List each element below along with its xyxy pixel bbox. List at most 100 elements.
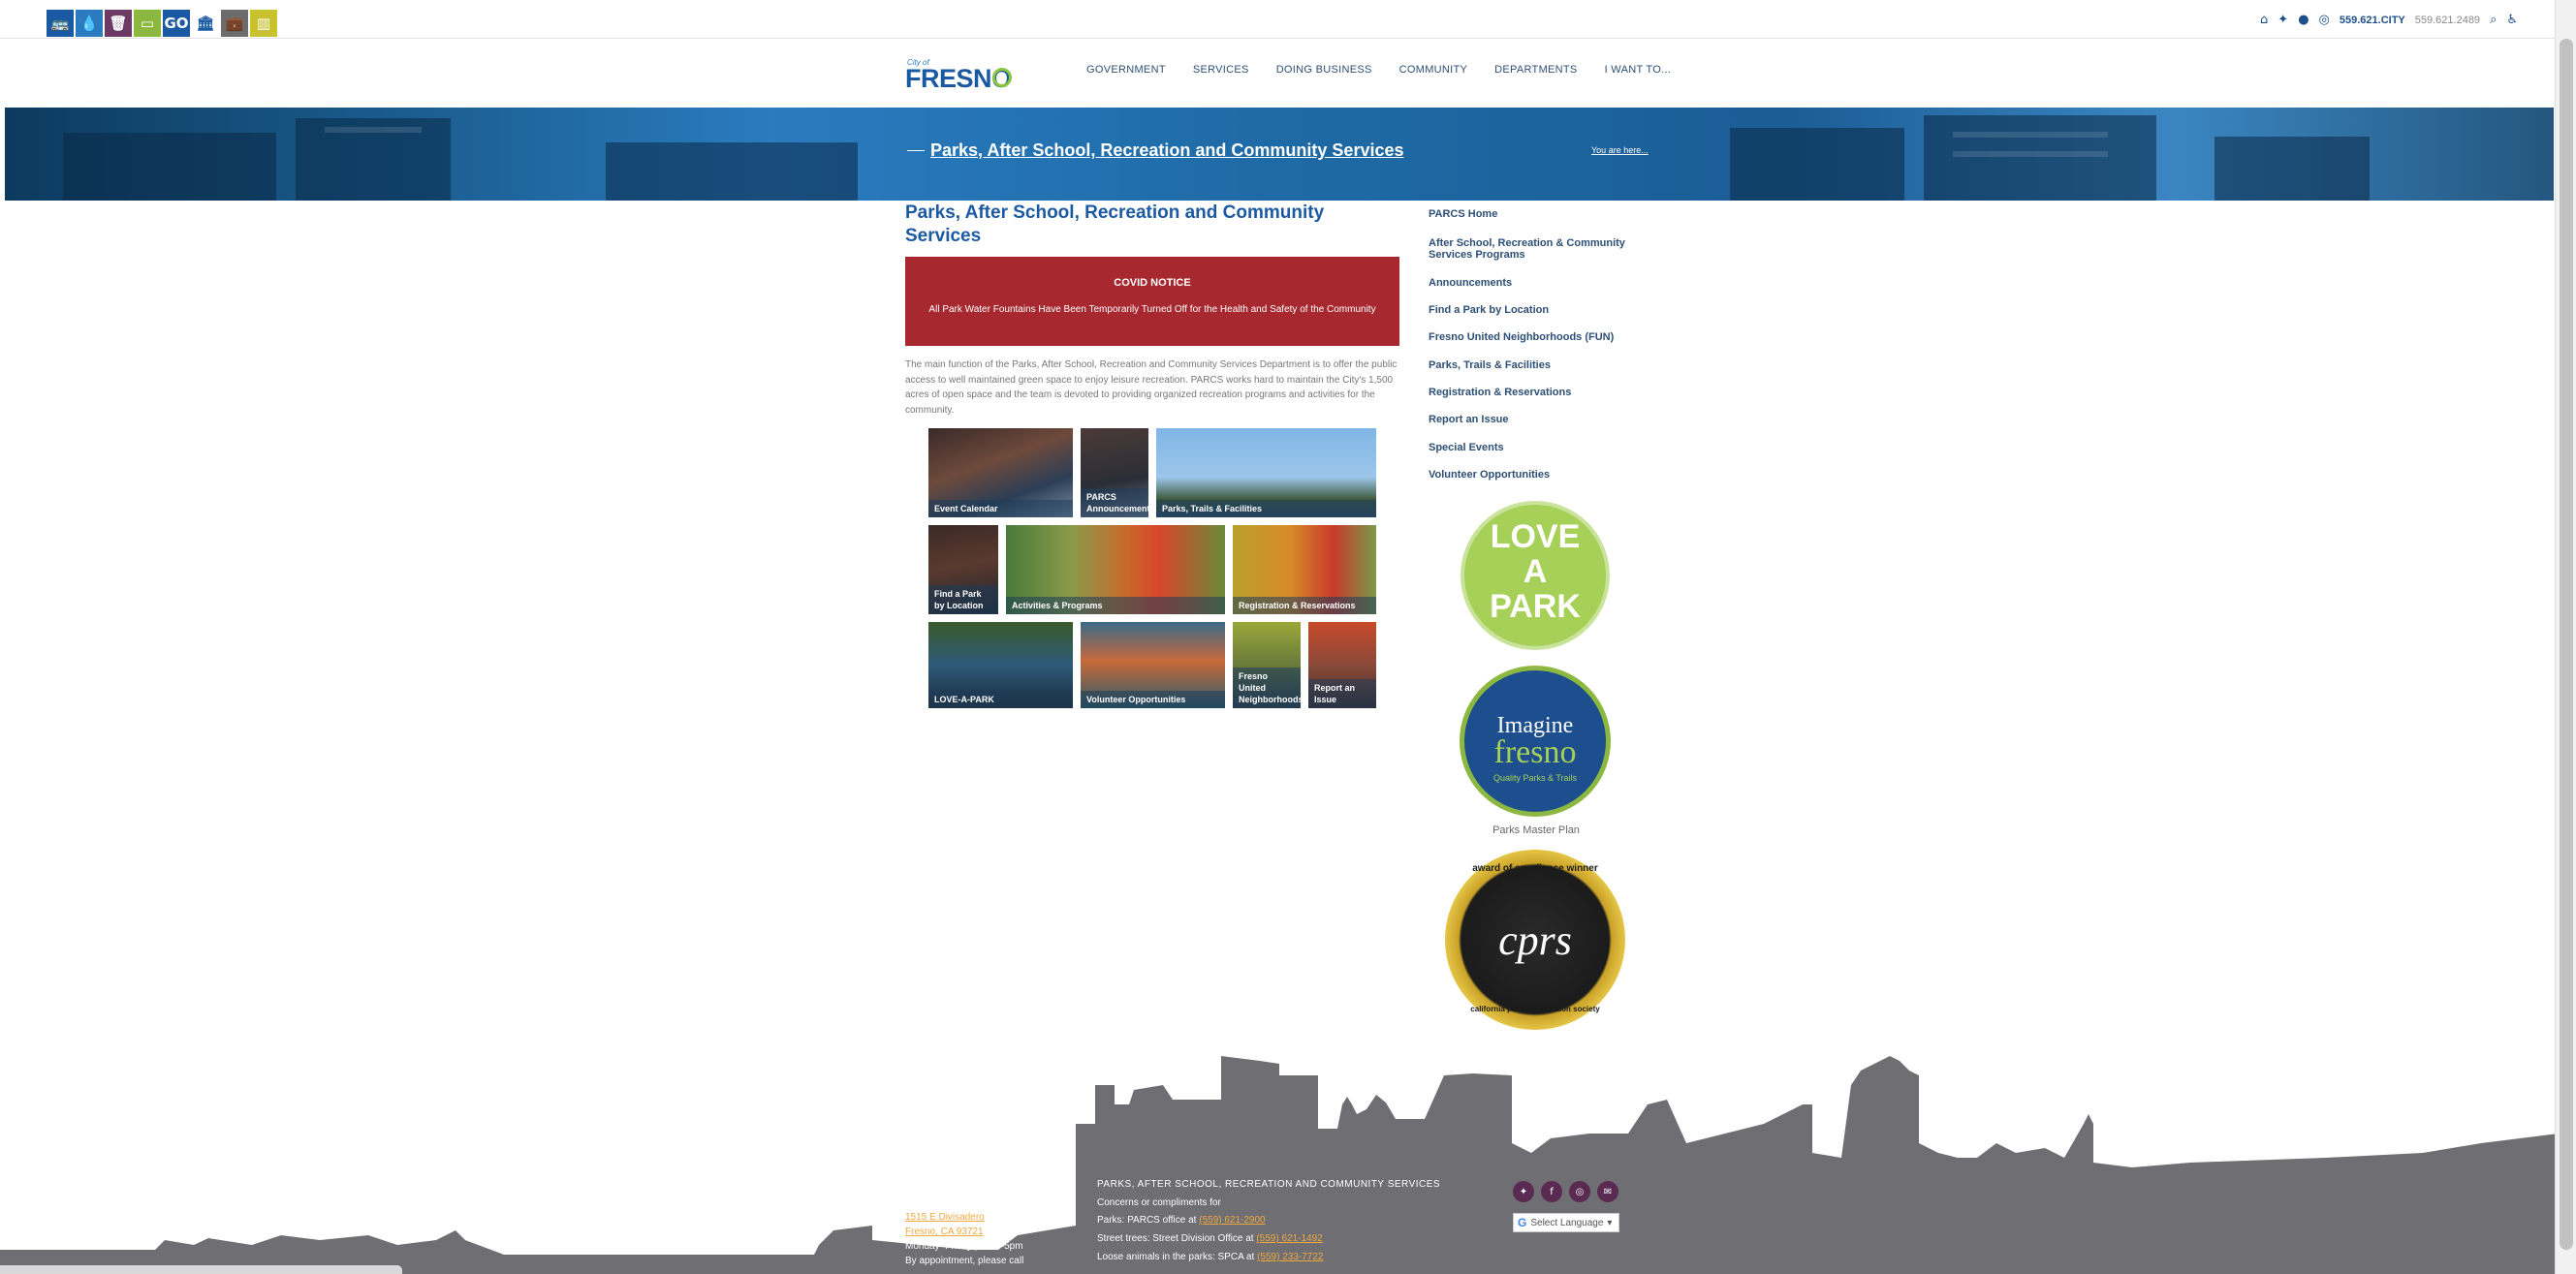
address-heading: ADDRESS — [905, 1179, 956, 1190]
sidebar-item-parks-trails[interactable]: Parks, Trails & Facilities — [1429, 359, 1651, 371]
twitter-icon[interactable]: ✦ — [2278, 13, 2288, 27]
tile-label: Fresno United Neighborhoods — [1233, 668, 1301, 708]
tile-registration-reservations[interactable]: Registration & Reservations — [1233, 525, 1376, 614]
bus-icon[interactable]: 🚌 — [47, 10, 74, 37]
instagram-icon[interactable]: ◎ — [2319, 13, 2330, 27]
phone-alt[interactable]: 559.621.2489 — [2415, 15, 2480, 26]
contact-2-phone[interactable]: (559) 621-1492 — [1256, 1233, 1322, 1244]
main-nav: GOVERNMENT SERVICES DOING BUSINESS COMMU… — [1086, 64, 1671, 76]
nav-departments[interactable]: DEPARTMENTS — [1494, 64, 1577, 76]
imagine-fresno-badge[interactable]: Imagine fresno Quality Parks & Trails — [1460, 666, 1611, 817]
tile-report-an-issue[interactable]: Report an Issue — [1308, 622, 1376, 708]
imagine-sub: Quality Parks & Trails — [1492, 773, 1578, 783]
tile-label: Parks, Trails & Facilities — [1156, 500, 1376, 517]
imagine-mid: fresno — [1493, 734, 1577, 770]
tile-activities-programs[interactable]: Activities & Programs — [1006, 525, 1225, 614]
address-appointment: By appointment, please call — [905, 1256, 1024, 1266]
address-line-1: PARCS Administration — [905, 1197, 1002, 1208]
cprs-ring-top: award of excellence winner — [1472, 863, 1598, 874]
lap-line-1: LOVE — [1490, 518, 1581, 555]
logo-ring-icon — [992, 68, 1012, 87]
home-icon[interactable]: ⌂ — [2260, 13, 2268, 27]
lap-line-2: A — [1523, 553, 1548, 590]
footer-parcs-contacts: PARKS, AFTER SCHOOL, RECREATION AND COMM… — [1097, 1178, 1485, 1263]
contact-3-phone[interactable]: (559) 233-7722 — [1257, 1252, 1323, 1262]
nav-doing-business[interactable]: DOING BUSINESS — [1276, 64, 1372, 76]
chevron-down-icon: ▾ — [1607, 1217, 1613, 1228]
library-icon[interactable]: ▥ — [250, 10, 277, 37]
nav-i-want-to[interactable]: I WANT TO... — [1605, 64, 1672, 76]
city-hall-icon[interactable]: 🏛 — [192, 10, 219, 37]
tile-love-a-park[interactable]: LOVE-A-PARK — [928, 622, 1073, 708]
payment-card-icon[interactable]: ▭ — [134, 10, 161, 37]
footer-address: ADDRESS PARCS Administration 1515 E Divi… — [905, 1178, 1060, 1267]
utility-bar: 🚌 💧 🗑 ▭ GO 🏛 💼 ▥ ⌂ ✦ ● ◎ 559.621.CITY 559.621.2… — [0, 0, 2576, 39]
notice-body: All Park Water Fountains Have Been Tempo… — [928, 304, 1376, 315]
contact-3-label: Loose animals in the parks: SPCA at — [1097, 1252, 1255, 1262]
tile-event-calendar[interactable]: Event Calendar — [928, 428, 1073, 517]
cprs-main: cprs — [1498, 917, 1572, 964]
sidebar-item-volunteer[interactable]: Volunteer Opportunities — [1429, 469, 1651, 481]
tile-label: Registration & Reservations — [1233, 597, 1376, 614]
nav-services[interactable]: SERVICES — [1193, 64, 1249, 76]
scrollbar-thumb[interactable] — [2560, 39, 2573, 1250]
love-a-park-badge[interactable]: LOVE A PARK — [1461, 501, 1610, 650]
tile-label: LOVE-A-PARK — [928, 691, 1073, 708]
footer-twitter-icon[interactable]: ✦ — [1513, 1181, 1534, 1202]
water-drop-icon[interactable]: 💧 — [76, 10, 103, 37]
footer-instagram-icon[interactable]: ◎ — [1569, 1181, 1590, 1202]
banner-dash — [907, 150, 925, 151]
banner-title[interactable]: Parks, After School, Recreation and Comm… — [930, 140, 1404, 161]
notice-heading: COVID NOTICE — [1114, 277, 1191, 289]
sidebar-item-fun[interactable]: Fresno United Neighborhoods (FUN) — [1429, 331, 1651, 343]
facebook-icon[interactable]: ● — [2298, 13, 2309, 27]
cprs-ring-bottom: california park & recreation society — [1470, 1005, 1600, 1013]
language-select[interactable]: G Select Language ▾ — [1513, 1213, 1619, 1232]
footer-facebook-icon[interactable]: f — [1541, 1181, 1562, 1202]
sidebar-item-programs[interactable]: After School, Recreation & Community Ser… — [1429, 237, 1642, 261]
google-icon: G — [1518, 1216, 1527, 1229]
department-description: The main function of the Parks, After Sc… — [905, 359, 1398, 416]
go-app-icon[interactable]: GO — [163, 10, 190, 37]
sidebar-item-special-events[interactable]: Special Events — [1429, 442, 1651, 453]
accessibility-icon[interactable]: ♿ — [2506, 13, 2518, 27]
address-street-link[interactable]: 1515 E Divisadero — [905, 1212, 985, 1223]
covid-notice: COVID NOTICE All Park Water Fountains Ha… — [905, 257, 1399, 346]
nav-government[interactable]: GOVERNMENT — [1086, 64, 1166, 76]
sidebar-item-report-issue[interactable]: Report an Issue — [1429, 414, 1651, 425]
tile-parks-trails-facilities[interactable]: Parks, Trails & Facilities — [1156, 428, 1376, 517]
tile-label: Event Calendar — [928, 500, 1073, 517]
trash-can-icon[interactable]: 🗑 — [105, 10, 132, 37]
sidebar-item-find-a-park[interactable]: Find a Park by Location — [1429, 304, 1651, 316]
search-icon[interactable]: ⌕ — [2490, 13, 2497, 27]
address-city-link[interactable]: Fresno, CA 93721 — [905, 1227, 984, 1237]
tile-parcs-announcements[interactable]: PARCS Announcements — [1081, 428, 1148, 517]
tile-label: PARCS Announcements — [1081, 488, 1148, 517]
footer-email-icon[interactable]: ✉ — [1597, 1181, 1618, 1202]
tile-label: Find a Park by Location — [928, 585, 998, 614]
contact-1-phone[interactable]: (559) 621-2900 — [1199, 1215, 1265, 1226]
contact-2-label: Street trees: Street Division Office at — [1097, 1233, 1254, 1244]
tile-find-a-park[interactable]: Find a Park by Location — [928, 525, 998, 614]
lap-line-3: PARK — [1490, 588, 1581, 625]
sidebar-item-registration[interactable]: Registration & Reservations — [1429, 387, 1651, 398]
sidebar-item-parcs-home[interactable]: PARCS Home — [1429, 208, 1651, 220]
tile-fresno-united-neighborhoods[interactable]: Fresno United Neighborhoods — [1233, 622, 1301, 708]
breadcrumb-toggle[interactable]: You are here... — [1591, 145, 1649, 155]
language-select-label: Select Language — [1530, 1217, 1604, 1228]
cprs-award-badge: award of excellence winner cprs californ… — [1445, 850, 1625, 1030]
address-hours: Monday–Friday | 8am–5pm — [905, 1241, 1023, 1252]
tile-volunteer-opportunities[interactable]: Volunteer Opportunities — [1081, 622, 1225, 708]
fresno-logo[interactable]: City of FRESNO — [905, 56, 1017, 93]
utility-links: ⌂ ✦ ● ◎ 559.621.CITY 559.621.2489 ⌕ ♿ — [2260, 13, 2518, 27]
service-icons: 🚌 💧 🗑 ▭ GO 🏛 💼 ▥ — [47, 10, 277, 37]
contact-1-label: Parks: PARCS office at — [1097, 1215, 1197, 1226]
horizontal-scrollbar[interactable] — [0, 1265, 402, 1274]
sidebar-item-announcements[interactable]: Announcements — [1429, 277, 1651, 289]
master-plan-caption: Parks Master Plan — [1492, 824, 1580, 836]
jobs-briefcase-icon[interactable]: 💼 — [221, 10, 248, 37]
nav-community[interactable]: COMMUNITY — [1399, 64, 1468, 76]
vertical-scrollbar[interactable] — [2555, 0, 2576, 1274]
phone-main[interactable]: 559.621.CITY — [2340, 15, 2405, 26]
parcs-heading: PARKS, AFTER SCHOOL, RECREATION AND COMM… — [1097, 1179, 1441, 1190]
